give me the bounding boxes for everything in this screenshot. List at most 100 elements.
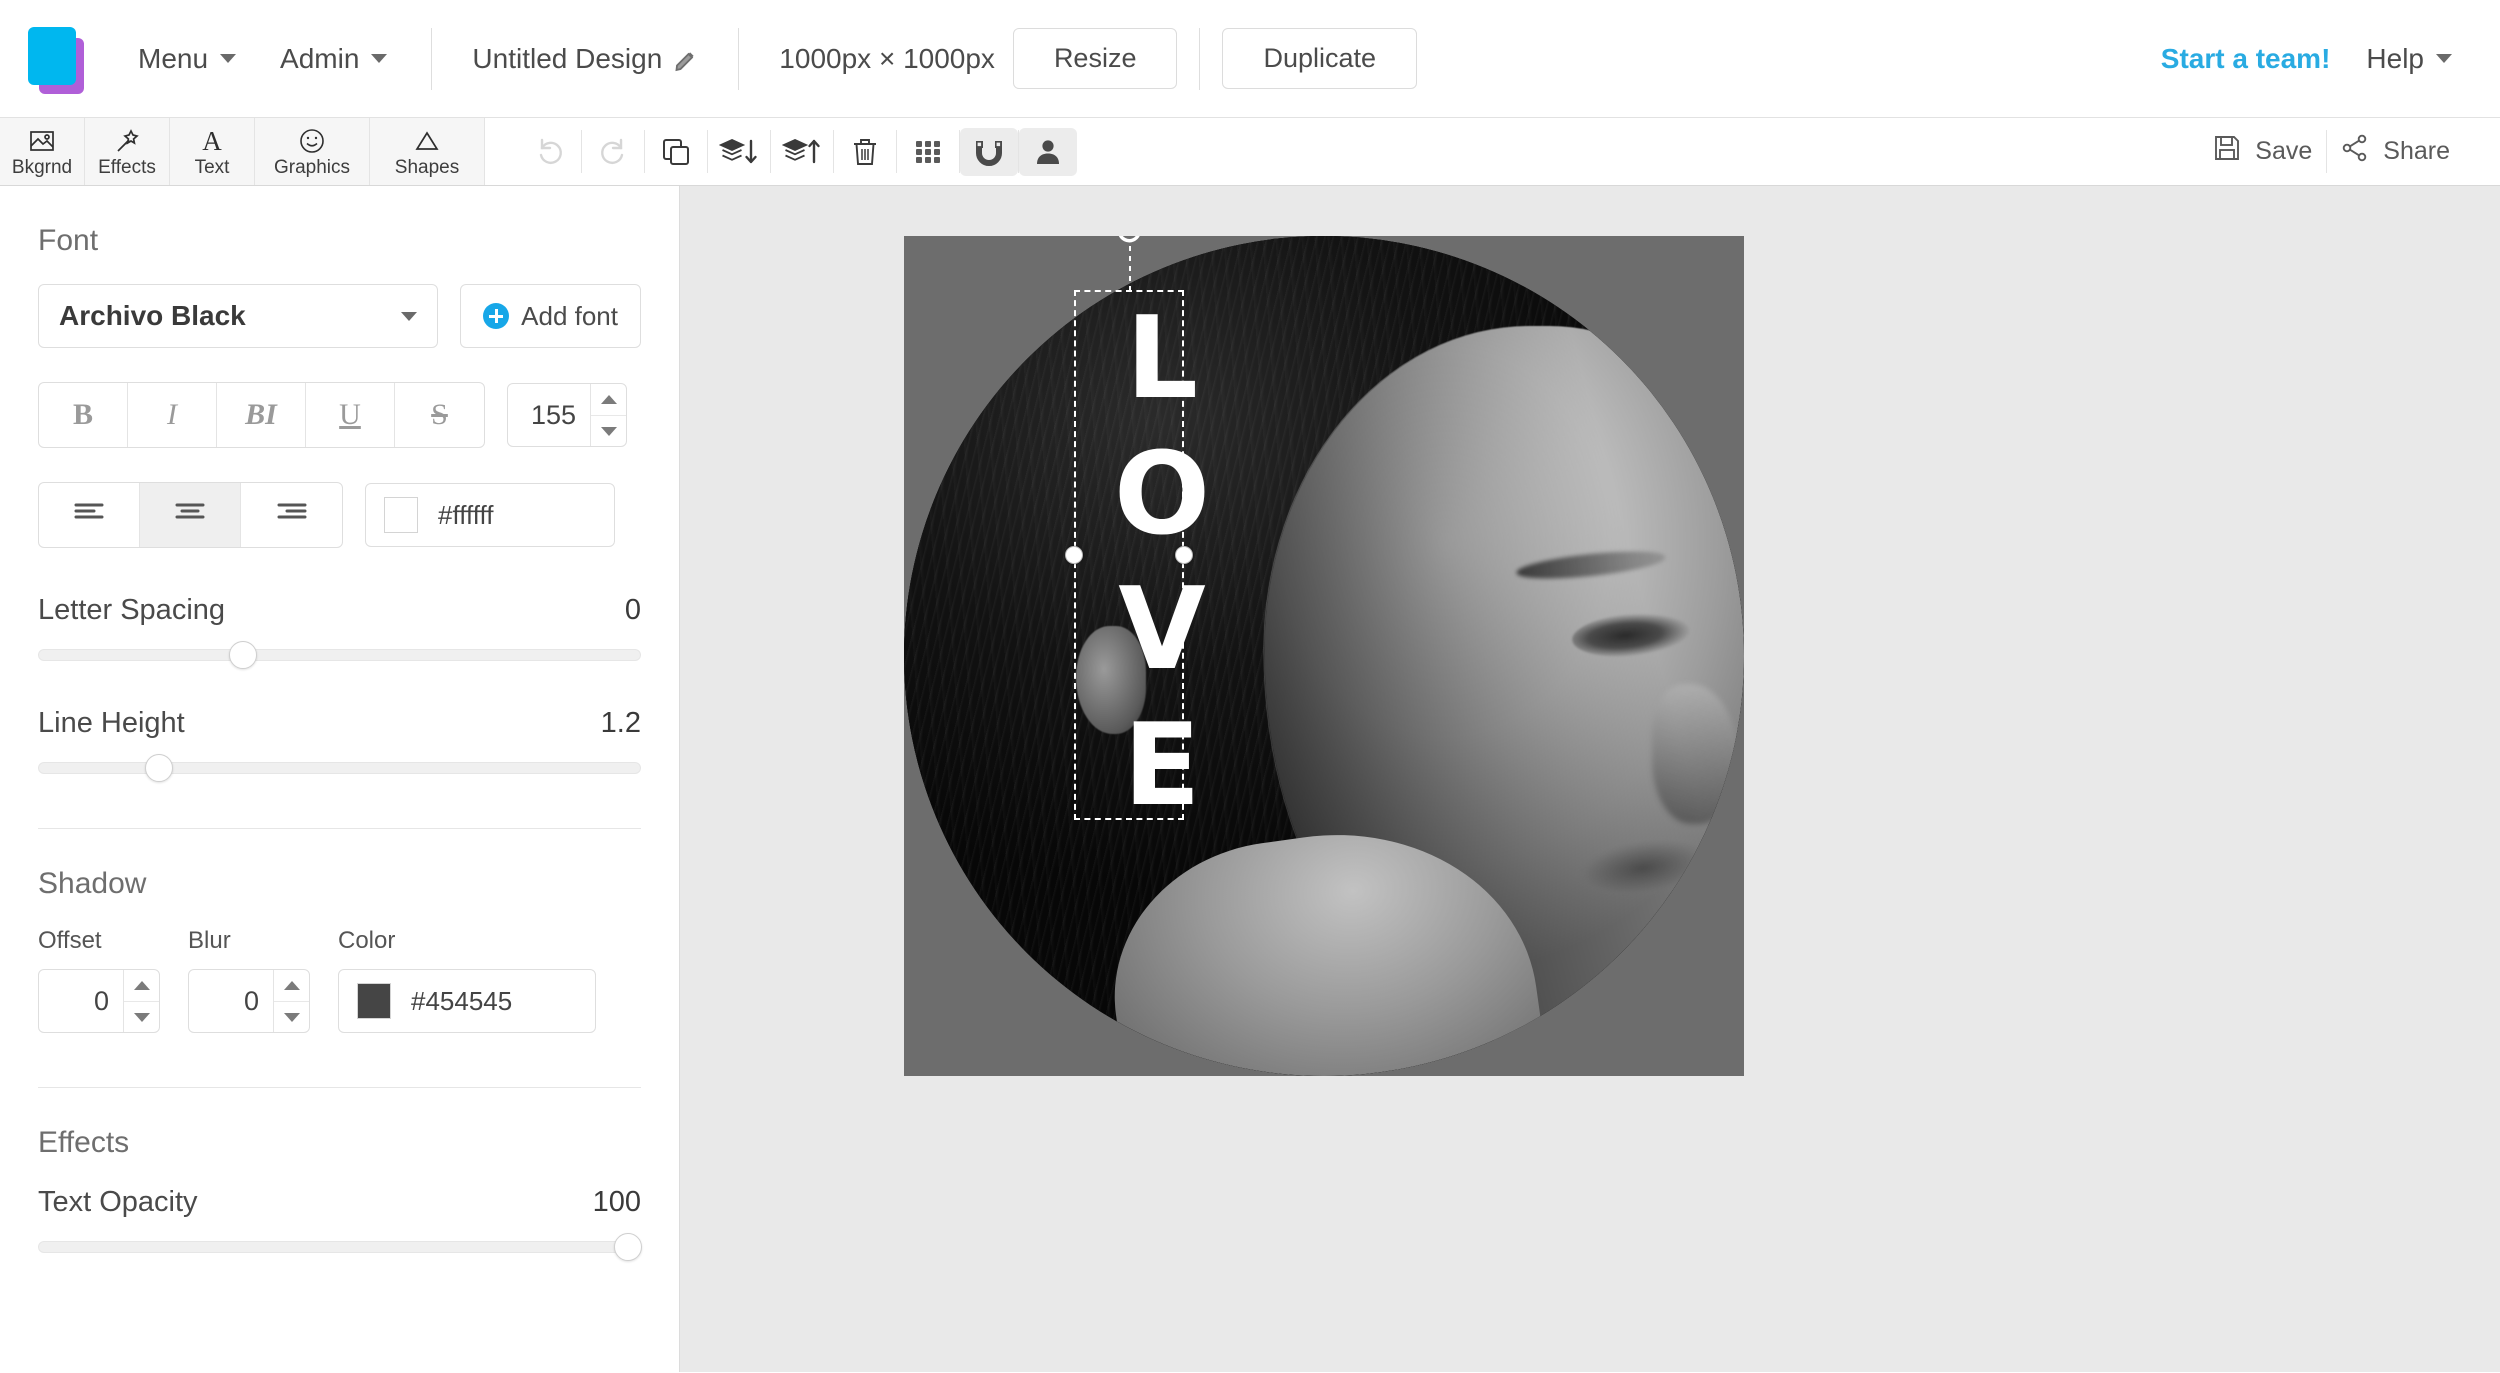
duplicate-button[interactable]: Duplicate [1222, 28, 1418, 89]
bring-forward-button[interactable] [771, 128, 833, 176]
strikethrough-button[interactable]: S [395, 383, 484, 447]
smiley-icon [299, 128, 325, 154]
line-height-head: Line Height 1.2 [38, 707, 641, 740]
triangle-down-icon [133, 1012, 150, 1022]
shadow-blur-decrease[interactable] [274, 1001, 309, 1032]
start-a-team-link[interactable]: Start a team! [2143, 35, 2349, 83]
shadow-blur-label: Blur [188, 927, 231, 954]
font-section-title: Font [38, 224, 99, 257]
align-left-button[interactable] [39, 483, 140, 547]
chevron-down-icon [220, 54, 237, 63]
strikethrough-label: S [431, 398, 448, 431]
logo-front-square [28, 26, 76, 85]
background-photo[interactable] [904, 236, 1744, 1076]
shadow-offset-increase[interactable] [124, 970, 159, 1001]
selection-box[interactable] [1074, 290, 1184, 820]
share-button[interactable]: Share [2327, 130, 2464, 173]
text-properties-panel: Font Archivo Black Add font B I BI U S 1… [0, 186, 680, 1372]
pencil-icon[interactable] [674, 47, 698, 71]
rotate-handle-stem [1129, 246, 1131, 290]
document-title[interactable]: Untitled Design [454, 35, 716, 83]
save-label: Save [2255, 137, 2313, 165]
align-right-button[interactable] [241, 483, 342, 547]
letter-spacing-slider[interactable] [38, 641, 641, 669]
text-opacity-thumb[interactable] [613, 1233, 642, 1261]
plus-circle-icon [483, 303, 510, 329]
wand-icon [114, 128, 140, 154]
resize-button[interactable]: Resize [1012, 28, 1178, 89]
add-font-button[interactable]: Add font [460, 284, 641, 348]
shadow-offset-label: Offset [38, 927, 102, 954]
shadow-offset-value[interactable]: 0 [39, 970, 123, 1032]
tab-graphics[interactable]: Graphics [255, 118, 370, 185]
send-backward-button[interactable] [708, 128, 770, 176]
undo-button[interactable] [519, 128, 581, 176]
letter-spacing-thumb[interactable] [229, 641, 258, 669]
text-color-swatch[interactable] [384, 497, 418, 533]
underline-button[interactable]: U [306, 383, 395, 447]
bold-italic-button[interactable]: BI [217, 383, 306, 447]
text-opacity-slider[interactable] [38, 1233, 642, 1261]
font-size-decrease[interactable] [591, 415, 626, 446]
text-color-field[interactable]: #ffffff [365, 483, 615, 547]
font-style-row: B I BI U S 155 [38, 382, 641, 448]
font-family-value: Archivo Black [59, 300, 246, 331]
text-align-group [38, 482, 343, 548]
shadow-blur-stepper[interactable]: 0 [188, 969, 310, 1033]
align-center-button[interactable] [140, 483, 241, 547]
divider [38, 1087, 641, 1088]
snap-button[interactable] [960, 127, 1018, 176]
line-height-thumb[interactable] [145, 754, 174, 782]
delete-button[interactable] [834, 128, 896, 176]
line-height-label: Line Height [38, 707, 185, 739]
font-family-select[interactable]: Archivo Black [38, 284, 439, 348]
account-button[interactable] [1019, 127, 1077, 176]
tab-text[interactable]: A Text [170, 118, 255, 185]
underline-label: U [339, 398, 361, 431]
shadow-blur-value[interactable]: 0 [189, 970, 273, 1032]
tab-graphics-label: Graphics [273, 157, 351, 178]
redo-button[interactable] [582, 128, 644, 176]
tool-tabs: Bkgrnd Effects A Text Graphics Shapes [0, 118, 485, 185]
italic-button[interactable]: I [128, 383, 217, 447]
align-left-icon [72, 498, 106, 532]
bold-button[interactable]: B [39, 383, 128, 447]
artboard[interactable]: LOVE [904, 236, 1744, 1076]
tab-effects[interactable]: Effects [85, 118, 170, 185]
triangle-icon [414, 128, 440, 154]
text-opacity-head: Text Opacity 100 [38, 1186, 641, 1219]
save-button[interactable]: Save [2199, 130, 2326, 173]
shadow-blur-increase[interactable] [274, 970, 309, 1001]
app-logo-icon[interactable] [28, 26, 92, 94]
canvas-area[interactable]: LOVE [680, 186, 2500, 1372]
resize-handle-left-middle[interactable] [1065, 546, 1083, 564]
line-height-slider[interactable] [38, 754, 641, 782]
chevron-down-icon [371, 54, 388, 63]
shadow-color-swatch[interactable] [357, 983, 391, 1019]
tab-shapes[interactable]: Shapes [370, 118, 485, 185]
text-opacity-control: Text Opacity 100 [38, 1186, 642, 1261]
shadow-offset-decrease[interactable] [124, 1001, 159, 1032]
document-title-text: Untitled Design [472, 42, 663, 74]
help-dropdown[interactable]: Help [2348, 35, 2470, 83]
admin-label: Admin [280, 42, 360, 74]
text-color-hex: #ffffff [438, 499, 494, 530]
shadow-offset-stepper[interactable]: 0 [38, 969, 160, 1033]
resize-handle-right-middle[interactable] [1175, 546, 1193, 564]
rotate-icon[interactable] [1112, 236, 1148, 250]
font-style-group: B I BI U S [38, 382, 485, 448]
shadow-blur-arrows [273, 970, 309, 1032]
grid-button[interactable] [897, 128, 959, 176]
shadow-color-input[interactable]: #454545 [338, 969, 596, 1033]
canvas-dimensions: 1000px × 1000px [779, 42, 995, 74]
menu-dropdown[interactable]: Menu [116, 33, 258, 85]
font-size-increase[interactable] [591, 384, 626, 415]
font-size-value[interactable]: 155 [508, 384, 590, 446]
copy-button[interactable] [645, 128, 707, 176]
top-bar: Menu Admin Untitled Design 1000px × 1000… [0, 0, 2500, 118]
letter-spacing-head: Letter Spacing 0 [38, 594, 641, 627]
font-size-stepper[interactable]: 155 [507, 383, 627, 447]
admin-dropdown[interactable]: Admin [258, 33, 409, 85]
tab-bkgrnd[interactable]: Bkgrnd [0, 118, 85, 185]
